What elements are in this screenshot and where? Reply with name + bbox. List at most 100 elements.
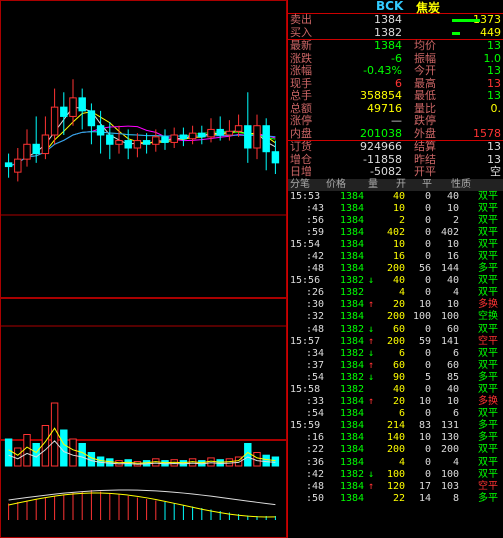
tick-o: 0	[424, 359, 431, 371]
buy-volume-bar	[452, 31, 460, 35]
tick-price: 1384	[340, 190, 365, 202]
tick-row[interactable]: :36 1384 4 0 4 双平	[288, 457, 503, 469]
quote-value-right: 0.	[490, 101, 502, 115]
tick-price: 1384	[340, 250, 365, 262]
quote-value-right: 13	[487, 39, 501, 52]
tick-price: 1384	[340, 263, 365, 275]
tick-row[interactable]: 15:57 1384 ↑ 200 59 141 空平	[288, 336, 503, 348]
tick-o: 0	[424, 202, 431, 214]
tick-c: 4	[452, 287, 459, 299]
tick-row[interactable]: :16 1384 140 10 130 多平	[288, 432, 503, 444]
tick-arrow-icon: ↓	[368, 323, 375, 335]
tick-row[interactable]: :50 1384 22 14 8 多平	[288, 493, 503, 505]
tick-price: 1384	[340, 420, 365, 432]
tick-o: 14	[418, 492, 431, 504]
tick-v: 10	[392, 238, 405, 250]
tick-row[interactable]: :30 1384 ↑ 20 10 10 多换	[288, 299, 503, 311]
tick-o: 0	[424, 250, 431, 262]
tick-o: 0	[424, 444, 431, 456]
tick-price: 1384	[340, 299, 365, 311]
tick-c: 2	[452, 214, 459, 226]
tick-c: 6	[452, 408, 459, 420]
tick-price: 1384	[340, 202, 365, 214]
tick-time: :48	[306, 263, 325, 275]
tick-row[interactable]: :54 1384 6 0 6 双平	[288, 408, 503, 420]
tick-row[interactable]: 15:56 1382 ↓ 40 0 40 双平	[288, 275, 503, 287]
quote-value: -0.43%	[363, 64, 402, 77]
tick-v: 20	[392, 299, 405, 311]
tick-row[interactable]: 15:58 1382 40 0 40 双平	[288, 384, 503, 396]
kline-chart-area[interactable]	[0, 0, 287, 538]
tick-o: 0	[424, 226, 431, 238]
tick-v: 16	[392, 250, 405, 262]
tick-time: 15:54	[290, 238, 321, 250]
tick-row[interactable]: :56 1384 2 0 2 双平	[288, 215, 503, 227]
tick-v: 214	[386, 420, 405, 432]
tick-row[interactable]: :59 1384 402 0 402 双平	[288, 227, 503, 239]
tick-row[interactable]: 15:59 1384 214 83 131 多平	[288, 420, 503, 432]
tick-c: 144	[440, 263, 459, 275]
candle	[106, 134, 114, 145]
tick-price: 1384	[340, 432, 365, 444]
tick-time: :50	[306, 492, 325, 504]
tick-list[interactable]: 15:53 1384 40 0 40 双平:43 1384 10 0 10 双平:56 1384 2 0 2…	[288, 191, 503, 505]
tick-row[interactable]: :48 1384 200 56 144 多平	[288, 263, 503, 275]
tick-arrow-icon: ↓	[368, 371, 375, 383]
quote-label: 最新	[290, 39, 312, 52]
tick-nature: 双平	[478, 214, 498, 226]
tick-row[interactable]: 15:54 1384 10 0 10 双平	[288, 239, 503, 251]
tick-nature: 多平	[478, 263, 498, 275]
tick-arrow-icon: ↑	[368, 335, 375, 347]
tick-row[interactable]: :34 1382 ↓ 6 0 6 双平	[288, 348, 503, 360]
quote-row: 最新 1384 均价 13	[288, 39, 503, 53]
tick-o: 17	[418, 480, 431, 492]
candle	[115, 140, 123, 145]
tick-nature: 双平	[478, 238, 498, 250]
quote-row: 涨幅 -0.43% 今开 13	[288, 64, 503, 78]
indicator-line	[8, 492, 276, 518]
tick-row[interactable]: :42 1384 16 0 16 双平	[288, 251, 503, 263]
tick-row[interactable]: :26 1382 4 0 4 双平	[288, 287, 503, 299]
tick-o: 83	[418, 420, 431, 432]
quote-value-right: 13	[487, 64, 501, 77]
symbol-header: BCK 焦炭	[288, 0, 503, 15]
tick-arrow-icon: ↓	[368, 275, 375, 287]
quote-row: 内盘 201038 外盘 1578	[288, 126, 503, 141]
tick-o: 56	[418, 263, 431, 275]
tick-c: 60	[446, 359, 459, 371]
tick-time: :33	[306, 396, 325, 408]
tick-header-2: 量	[368, 178, 378, 190]
tick-c: 10	[446, 238, 459, 250]
tick-time: :56	[306, 214, 325, 226]
tick-row[interactable]: :32 1384 200 100 100 空换	[288, 311, 503, 323]
tick-time: :42	[306, 468, 325, 480]
tick-nature: 多平	[478, 420, 498, 432]
tick-time: :36	[306, 456, 325, 468]
tick-row[interactable]: :42 1382 ↓ 100 0 100 双平	[288, 469, 503, 481]
tick-time: :48	[306, 480, 325, 492]
tick-nature: 双平	[478, 190, 498, 202]
tick-row[interactable]: 15:53 1384 40 0 40 双平	[288, 191, 503, 203]
tick-time: :32	[306, 311, 325, 323]
candle	[244, 125, 252, 149]
tick-price: 1382	[340, 371, 365, 383]
tick-price: 1384	[340, 480, 365, 492]
tick-row[interactable]: :37 1384 ↑ 60 0 60 双平	[288, 360, 503, 372]
tick-price: 1384	[340, 335, 365, 347]
candle	[23, 143, 31, 160]
tick-row[interactable]: :22 1384 200 0 200 双平	[288, 444, 503, 456]
tick-row[interactable]: :43 1384 10 0 10 双平	[288, 203, 503, 215]
tick-row[interactable]: :48 1384 ↑ 120 17 103 空平	[288, 481, 503, 493]
tick-row[interactable]: :33 1384 ↑ 20 10 10 多换	[288, 396, 503, 408]
quote-value: 201038	[360, 126, 402, 140]
tick-arrow-icon: ↑	[368, 480, 375, 492]
tick-row[interactable]: :54 1382 ↓ 90 5 85 多平	[288, 372, 503, 384]
tick-c: 85	[446, 371, 459, 383]
tick-v: 6	[398, 347, 405, 359]
tick-c: 100	[440, 468, 459, 480]
candle	[225, 130, 234, 136]
quote-label: 内盘	[290, 126, 312, 140]
tick-row[interactable]: :48 1382 ↓ 60 0 60 双平	[288, 324, 503, 336]
tick-c: 8	[452, 492, 459, 504]
candle	[69, 97, 77, 117]
